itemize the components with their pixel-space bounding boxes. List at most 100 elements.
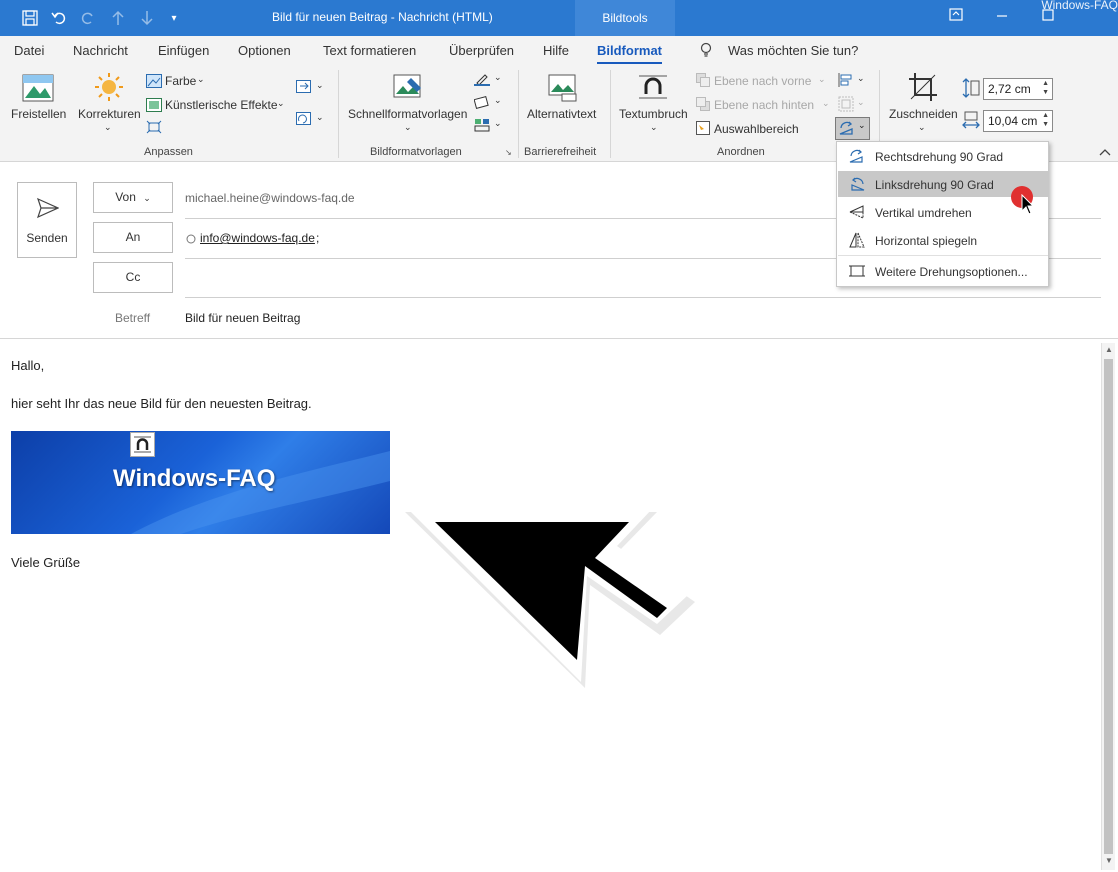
- ebene-nach-vorne-button[interactable]: Ebene nach vorne: [714, 74, 811, 88]
- cc-button[interactable]: Cc: [93, 262, 173, 293]
- width-field[interactable]: 10,04 cm ▲ ▼: [983, 110, 1053, 132]
- group-bildformatvorlagen-label: Bildformatvorlagen: [370, 146, 462, 158]
- chevron-down-icon: ⌄: [277, 98, 285, 108]
- alt-text-icon: [548, 74, 578, 105]
- scroll-up-icon[interactable]: ▲: [1105, 345, 1113, 354]
- farbe-button[interactable]: Farbe: [165, 74, 196, 88]
- width-value: 10,04 cm: [988, 114, 1038, 128]
- selection-pane-icon: [696, 121, 710, 138]
- to-separator: ;: [316, 231, 320, 245]
- tab-text-formatieren[interactable]: Text formatieren: [323, 43, 416, 58]
- auswahlbereich-button[interactable]: Auswahlbereich: [714, 122, 799, 136]
- window-title: Bild für neuen Beitrag - Nachricht (HTML…: [272, 10, 493, 24]
- to-button[interactable]: An: [93, 222, 173, 253]
- spin-down-icon[interactable]: ▼: [1042, 89, 1049, 96]
- subject-label: Betreff: [115, 311, 151, 325]
- alternativtext-button[interactable]: Alternativtext: [527, 107, 596, 121]
- menu-item-label: Horizontal spiegeln: [875, 234, 978, 248]
- group-objects-icon[interactable]: [838, 96, 854, 115]
- zuschneiden-button[interactable]: Zuschneiden: [889, 107, 958, 121]
- chevron-down-icon: ⌄: [494, 118, 502, 128]
- align-icon[interactable]: [838, 72, 854, 91]
- height-icon: [962, 78, 980, 101]
- freistellen-button[interactable]: Freistellen: [11, 107, 66, 121]
- send-button[interactable]: Senden: [17, 182, 77, 258]
- chevron-down-icon: ⌄: [858, 120, 866, 130]
- arrow-down-icon[interactable]: [137, 8, 157, 28]
- change-picture-icon[interactable]: [296, 80, 314, 99]
- picture-effects-icon[interactable]: [473, 95, 490, 112]
- bring-forward-icon: [696, 73, 710, 90]
- flip-vertical-icon: [849, 205, 864, 219]
- artistic-effects-icon: [146, 98, 162, 115]
- compress-icon[interactable]: [146, 120, 162, 137]
- kuenstlerische-effekte-button[interactable]: Künstlerische Effekte: [165, 98, 278, 112]
- vertical-scrollbar[interactable]: ▲ ▼: [1101, 343, 1115, 870]
- embedded-image[interactable]: Windows-FAQ: [11, 431, 390, 534]
- undo-icon[interactable]: [49, 8, 69, 28]
- to-recipient[interactable]: info@windows-faq.de: [200, 231, 315, 245]
- group-barrierefreiheit-label: Barrierefreiheit: [524, 146, 597, 158]
- dialog-launcher-icon[interactable]: ↘: [505, 148, 512, 157]
- scroll-down-icon[interactable]: ▼: [1105, 856, 1113, 865]
- annotation-arrow-icon: [405, 508, 695, 688]
- save-icon[interactable]: [20, 8, 40, 28]
- minimize-icon[interactable]: [996, 8, 1008, 25]
- menu-item-more-rotation[interactable]: Weitere Drehungsoptionen...: [838, 258, 1048, 284]
- collapse-ribbon-icon[interactable]: [1099, 146, 1111, 160]
- sun-icon: [94, 72, 124, 105]
- subject-field[interactable]: Bild für neuen Beitrag: [185, 311, 300, 325]
- spin-up-icon[interactable]: ▲: [1042, 112, 1049, 119]
- tab-hilfe[interactable]: Hilfe: [543, 43, 569, 58]
- spin-down-icon[interactable]: ▼: [1042, 121, 1049, 128]
- menu-item-label: Rechtsdrehung 90 Grad: [875, 150, 1004, 164]
- tab-einfuegen[interactable]: Einfügen: [158, 43, 209, 58]
- menu-item-label: Linksdrehung 90 Grad: [875, 178, 994, 192]
- chevron-down-icon[interactable]: ⌄: [104, 122, 112, 133]
- chevron-down-icon: ⌄: [197, 74, 205, 84]
- ebene-nach-hinten-button[interactable]: Ebene nach hinten: [714, 98, 814, 112]
- ribbon-display-icon[interactable]: [949, 8, 963, 25]
- menu-item-rotate-right[interactable]: Rechtsdrehung 90 Grad: [838, 143, 1048, 169]
- tab-optionen[interactable]: Optionen: [238, 43, 291, 58]
- mouse-cursor-icon: [1021, 194, 1035, 215]
- tab-bildformat[interactable]: Bildformat: [597, 43, 662, 65]
- tab-datei[interactable]: Datei: [14, 43, 44, 58]
- height-value: 2,72 cm: [988, 82, 1031, 96]
- textumbruch-button[interactable]: Textumbruch: [619, 107, 688, 121]
- rotate-button[interactable]: ⌄: [835, 117, 870, 140]
- schnellformatvorlagen-button[interactable]: Schnellformatvorlagen: [348, 107, 467, 121]
- reset-picture-icon[interactable]: [296, 112, 314, 131]
- tab-nachricht[interactable]: Nachricht: [73, 43, 128, 58]
- group-separator: [338, 70, 339, 158]
- korrekturen-button[interactable]: Korrekturen: [78, 107, 141, 121]
- menu-item-flip-horizontal[interactable]: Horizontal spiegeln: [838, 227, 1048, 253]
- more-rotation-options-icon: [849, 265, 865, 277]
- tell-me-search[interactable]: Was möchten Sie tun?: [728, 43, 858, 58]
- layout-options-icon[interactable]: [130, 432, 155, 457]
- picture-border-icon[interactable]: [474, 72, 490, 89]
- send-icon: [37, 197, 59, 219]
- lightbulb-icon: [700, 42, 712, 61]
- menu-item-label: Weitere Drehungsoptionen...: [875, 265, 1028, 279]
- rotate-left-icon: [851, 177, 865, 191]
- from-label: Von: [115, 190, 136, 204]
- from-button[interactable]: Von ⌄: [93, 182, 173, 213]
- banner-title: Windows-FAQ: [113, 465, 276, 492]
- divider: [185, 297, 1101, 298]
- picture-layout-icon[interactable]: [474, 118, 490, 135]
- chevron-down-icon: ⌄: [918, 122, 926, 132]
- chevron-down-icon: ⌄: [143, 193, 151, 203]
- flip-horizontal-icon: [849, 232, 865, 248]
- customize-toolbar-icon[interactable]: ▾: [166, 8, 182, 28]
- title-bar: ▾ Bild für neuen Beitrag - Nachricht (HT…: [0, 0, 1118, 36]
- spin-up-icon[interactable]: ▲: [1042, 80, 1049, 87]
- scroll-thumb[interactable]: [1104, 359, 1113, 854]
- chevron-down-icon: ⌄: [316, 80, 324, 90]
- body-line: hier seht Ihr das neue Bild für den neue…: [11, 396, 312, 411]
- redo-icon[interactable]: [78, 8, 98, 28]
- tab-ueberpruefen[interactable]: Überprüfen: [449, 43, 514, 58]
- chevron-down-icon: ⌄: [818, 74, 826, 84]
- height-field[interactable]: 2,72 cm ▲ ▼: [983, 78, 1053, 100]
- arrow-up-icon[interactable]: [108, 8, 128, 28]
